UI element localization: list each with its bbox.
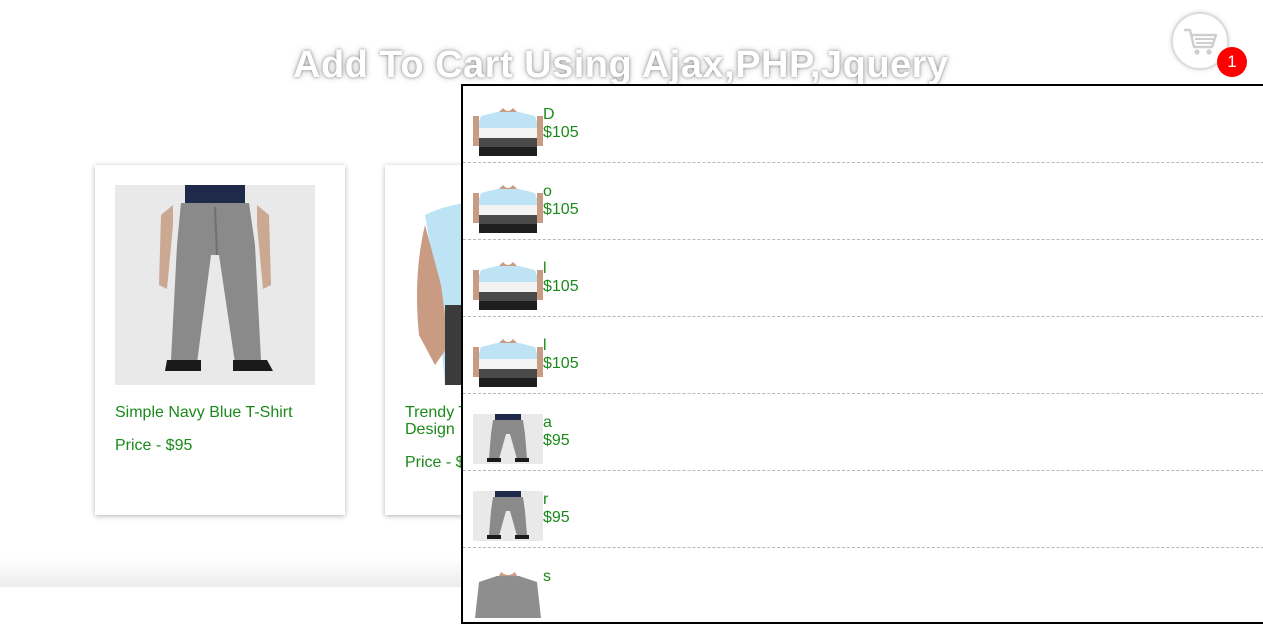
cart-item-price: $105	[543, 278, 579, 295]
cart-item-price: $95	[543, 509, 570, 526]
shopping-cart-icon	[1184, 28, 1218, 55]
cart-item-price: $105	[543, 355, 579, 372]
cart-count-badge[interactable]: 1	[1217, 47, 1247, 77]
cart-item-price: $105	[543, 201, 579, 218]
cart-item-price: $105	[543, 124, 579, 141]
cart-item-name: s	[543, 568, 551, 585]
cart-item-name: l	[543, 337, 547, 354]
pants-thumb	[473, 414, 543, 464]
cart-item-name: l	[543, 260, 547, 277]
cart-item-name: o	[543, 183, 552, 200]
tshirt-thumb	[473, 106, 543, 156]
cart-item[interactable]: o $105	[463, 163, 1263, 240]
product-price: Price - $95	[115, 437, 193, 454]
page-title: Add To Cart Using Ajax,PHP,Jquery	[293, 44, 949, 86]
grey-shirt-thumb	[473, 568, 543, 618]
product-price: Price - $	[405, 454, 465, 471]
cart-item[interactable]: l $105	[463, 317, 1263, 394]
cart-item[interactable]: D $105	[463, 86, 1263, 163]
pants-thumb	[473, 491, 543, 541]
cart-dropdown[interactable]: D $105 o $105 l $105 l $105 a $95 r $95 …	[461, 84, 1263, 624]
tshirt-thumb	[473, 183, 543, 233]
cart-item-name: r	[543, 491, 549, 508]
cart-item[interactable]: a $95	[463, 394, 1263, 471]
cart-item-price: $95	[543, 432, 570, 449]
grey-pants-photo[interactable]	[115, 185, 315, 385]
product-card[interactable]: Simple Navy Blue T-Shirt Price - $95	[95, 165, 345, 515]
cart-item-name: D	[543, 106, 555, 123]
cart-item-name: a	[543, 414, 552, 431]
cart-item[interactable]: r $95	[463, 471, 1263, 548]
cart-item[interactable]: s	[463, 548, 1263, 622]
tshirt-thumb	[473, 337, 543, 387]
product-name[interactable]: Simple Navy Blue T-Shirt	[115, 404, 315, 421]
cart-item[interactable]: l $105	[463, 240, 1263, 317]
tshirt-thumb	[473, 260, 543, 310]
